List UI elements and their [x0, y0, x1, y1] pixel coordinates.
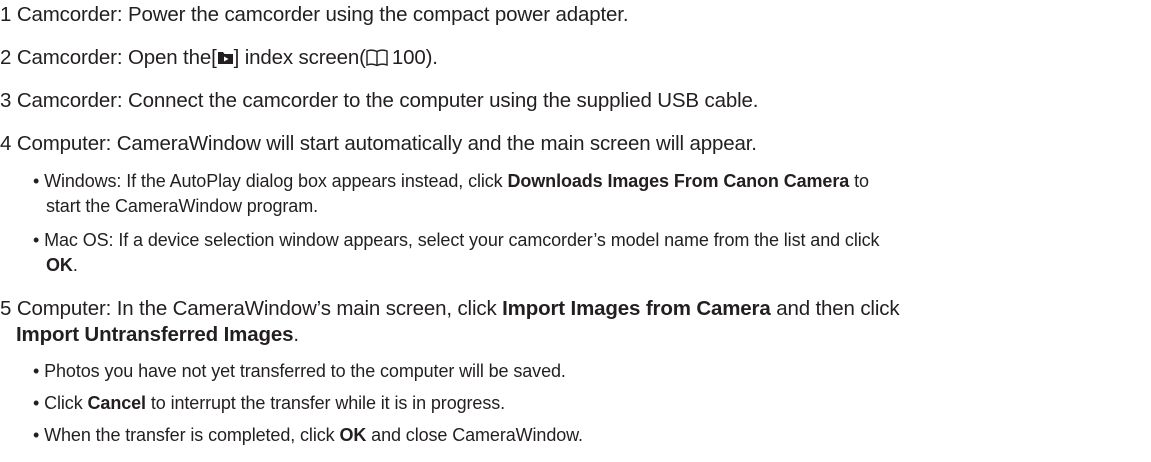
step-text: Camcorder: Open the: [16, 46, 212, 69]
step-text: Computer: CameraWindow will start automa…: [16, 132, 757, 155]
bold-term: OK: [46, 255, 73, 275]
step-number: 2: [0, 46, 12, 69]
bullet-cancel: • Click Cancel to interrupt the transfer…: [33, 393, 506, 413]
bullet-marker: •: [33, 230, 40, 250]
bold-term: Cancel: [87, 393, 147, 413]
bullet-windows-cont: start the CameraWindow program.: [46, 196, 318, 216]
bold-term: Import Untransferred Images: [16, 323, 294, 346]
bullet-mac: • Mac OS: If a device selection window a…: [33, 230, 880, 250]
step-4: 4 Computer: CameraWindow will start auto…: [0, 132, 757, 156]
step-number: 3: [0, 89, 12, 112]
bullet-marker: •: [33, 171, 40, 191]
bullet-mac-cont: OK.: [46, 255, 78, 275]
step-number: 1: [0, 3, 12, 26]
bullet-marker: •: [33, 393, 40, 413]
step-3: 3 Camcorder: Connect the camcorder to th…: [0, 89, 758, 113]
bold-term: Downloads Images From Canon Camera: [507, 171, 850, 191]
bullet-marker: •: [33, 425, 40, 445]
bullet-photos: • Photos you have not yet transferred to…: [33, 361, 566, 381]
step-1: 1 Camcorder: Power the camcorder using t…: [0, 3, 629, 27]
step-text: Computer: In the CameraWindow’s main scr…: [16, 297, 497, 320]
step-text: Camcorder: Connect the camcorder to the …: [16, 89, 759, 112]
bold-term: OK: [339, 425, 367, 445]
step-5-cont: Import Untransferred Images.: [16, 323, 299, 346]
step-number: 5: [0, 297, 12, 320]
page-reference: 100: [391, 46, 426, 69]
procedure-document: 1 Camcorder: Power the camcorder using t…: [0, 0, 1151, 462]
bullet-complete: • When the transfer is completed, click …: [33, 425, 583, 445]
bullet-windows: • Windows: If the AutoPlay dialog box ap…: [33, 171, 869, 191]
playback-folder-icon: [217, 48, 234, 72]
step-text-cont: index screen: [244, 46, 360, 69]
book-reference-icon: [366, 49, 388, 73]
bullet-marker: •: [33, 361, 40, 381]
step-text: Camcorder: Power the camcorder using the…: [16, 3, 629, 26]
step-2: 2 Camcorder: Open the[] index screen(100…: [0, 46, 438, 73]
step-5: 5 Computer: In the CameraWindow’s main s…: [0, 297, 900, 320]
bold-term: Import Images from Camera: [502, 297, 771, 320]
step-number: 4: [0, 132, 12, 155]
